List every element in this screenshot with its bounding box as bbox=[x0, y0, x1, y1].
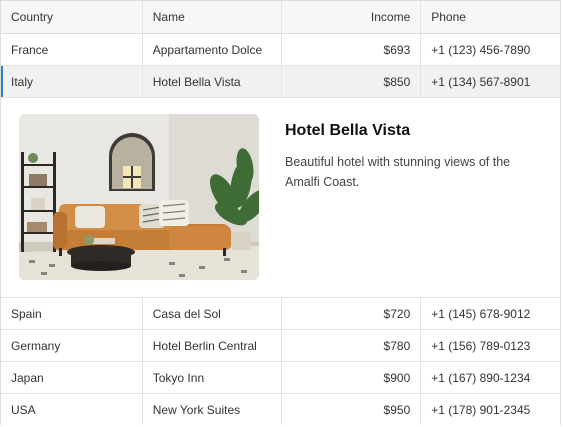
cell-income: $780 bbox=[282, 330, 422, 361]
cell-phone: +1 (167) 890-1234 bbox=[431, 370, 531, 385]
column-header-label: Name bbox=[152, 10, 185, 24]
column-header-label: Country bbox=[11, 10, 54, 24]
cell-country: Spain bbox=[1, 298, 143, 329]
cell-name: Casa del Sol bbox=[143, 298, 282, 329]
cell-name: Appartamento Dolce bbox=[143, 34, 282, 65]
cell-name: Hotel Bella Vista bbox=[143, 66, 282, 97]
cell-country: Japan bbox=[1, 362, 143, 393]
cell-name: Tokyo Inn bbox=[143, 362, 282, 393]
cell-phone: +1 (134) 567-8901 bbox=[431, 74, 531, 89]
cell-country: Germany bbox=[1, 330, 143, 361]
column-header-label: Income bbox=[370, 10, 411, 24]
column-header-phone[interactable]: Phone bbox=[421, 1, 560, 33]
cell-income: $720 bbox=[282, 298, 422, 329]
detail-title: Hotel Bella Vista bbox=[285, 122, 411, 139]
cell-phone: +1 (123) 456-7890 bbox=[431, 42, 531, 57]
column-header-income[interactable]: Income bbox=[282, 1, 422, 33]
cell-phone: +1 (178) 901-2345 bbox=[431, 402, 531, 417]
table-row[interactable]: USA New York Suites $950 +1 (178) 901-23… bbox=[1, 394, 560, 425]
table-row[interactable]: Germany Hotel Berlin Central $780 +1 (15… bbox=[1, 330, 560, 362]
cell-phone: +1 (156) 789-0123 bbox=[431, 338, 531, 353]
data-grid: Country Name Income Phone France Apparta… bbox=[0, 0, 561, 425]
cell-country: USA bbox=[1, 394, 143, 425]
cell-income: $693 bbox=[282, 34, 422, 65]
table-row-selected[interactable]: Italy Hotel Bella Vista $850 +1 (134) 56… bbox=[1, 66, 560, 98]
cell-country: Italy bbox=[1, 66, 143, 97]
cell-income: $950 bbox=[282, 394, 422, 425]
living-room-photo bbox=[19, 114, 259, 280]
cell-income: $900 bbox=[282, 362, 422, 393]
detail-description: Beautiful hotel with stunning views of t… bbox=[285, 155, 511, 189]
cell-phone: +1 (145) 678-9012 bbox=[431, 306, 531, 321]
table-row[interactable]: Spain Casa del Sol $720 +1 (145) 678-901… bbox=[1, 298, 560, 330]
table-row[interactable]: Japan Tokyo Inn $900 +1 (167) 890-1234 bbox=[1, 362, 560, 394]
cell-name: New York Suites bbox=[143, 394, 282, 425]
row-detail-panel: Hotel Bella Vista Beautiful hotel with s… bbox=[1, 98, 560, 298]
column-header-name[interactable]: Name bbox=[143, 1, 282, 33]
column-header-country[interactable]: Country bbox=[1, 1, 143, 33]
cell-income: $850 bbox=[282, 66, 422, 97]
cell-name: Hotel Berlin Central bbox=[143, 330, 282, 361]
cell-country: France bbox=[1, 34, 143, 65]
column-header-label: Phone bbox=[431, 10, 466, 24]
table-row[interactable]: France Appartamento Dolce $693 +1 (123) … bbox=[1, 34, 560, 66]
grid-header-row: Country Name Income Phone bbox=[1, 1, 560, 34]
